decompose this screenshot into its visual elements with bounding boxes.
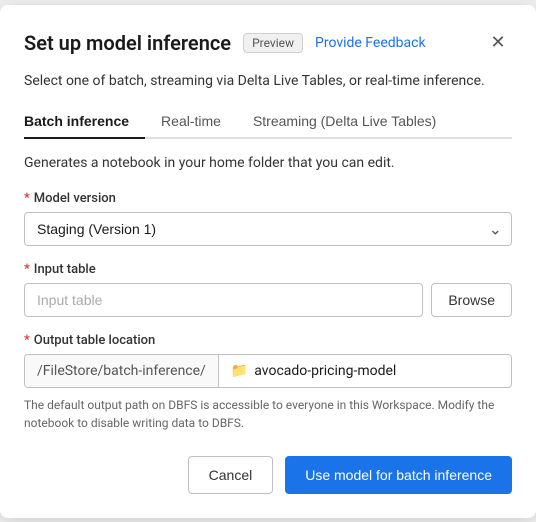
required-star-output: *	[24, 333, 30, 348]
required-star-model: *	[24, 191, 30, 206]
tab-streaming[interactable]: Streaming (Delta Live Tables)	[237, 105, 452, 139]
folder-icon: 📁	[231, 363, 248, 379]
modal-title: Set up model inference	[24, 31, 231, 55]
output-table-row: /FileStore/batch-inference/ 📁 avocado-pr…	[24, 354, 512, 388]
model-version-label: * Model version	[24, 191, 512, 206]
tab-batch-inference[interactable]: Batch inference	[24, 105, 145, 139]
input-table-row: Browse	[24, 283, 512, 317]
model-version-field: * Model version Staging (Version 1) Prod…	[24, 191, 512, 246]
browse-button[interactable]: Browse	[431, 283, 512, 317]
use-model-button[interactable]: Use model for batch inference	[285, 456, 512, 494]
modal-header: Set up model inference Preview Provide F…	[24, 29, 512, 57]
feedback-link[interactable]: Provide Feedback	[315, 35, 426, 51]
preview-badge: Preview	[243, 33, 303, 53]
model-version-select-wrapper: Staging (Version 1) Production (Version …	[24, 212, 512, 246]
tab-description: Generates a notebook in your home folder…	[24, 155, 512, 171]
tab-realtime[interactable]: Real-time	[145, 105, 237, 139]
model-version-select[interactable]: Staging (Version 1) Production (Version …	[24, 212, 512, 246]
output-path-text: /FileStore/batch-inference/	[25, 355, 219, 387]
modal-container: Set up model inference Preview Provide F…	[0, 5, 536, 518]
modal-footer: Cancel Use model for batch inference	[24, 456, 512, 494]
close-button[interactable]: ✕	[484, 29, 512, 57]
required-star-input: *	[24, 262, 30, 277]
output-model-name: 📁 avocado-pricing-model	[219, 355, 511, 387]
cancel-button[interactable]: Cancel	[188, 456, 274, 494]
input-table-label: * Input table	[24, 262, 512, 277]
tab-bar: Batch inference Real-time Streaming (Del…	[24, 105, 512, 139]
output-table-field: * Output table location /FileStore/batch…	[24, 333, 512, 432]
modal-subtitle: Select one of batch, streaming via Delta…	[24, 73, 512, 89]
output-help-text: The default output path on DBFS is acces…	[24, 396, 512, 432]
input-table-field-input[interactable]	[24, 283, 423, 317]
output-table-label: * Output table location	[24, 333, 512, 348]
input-table-field: * Input table Browse	[24, 262, 512, 317]
